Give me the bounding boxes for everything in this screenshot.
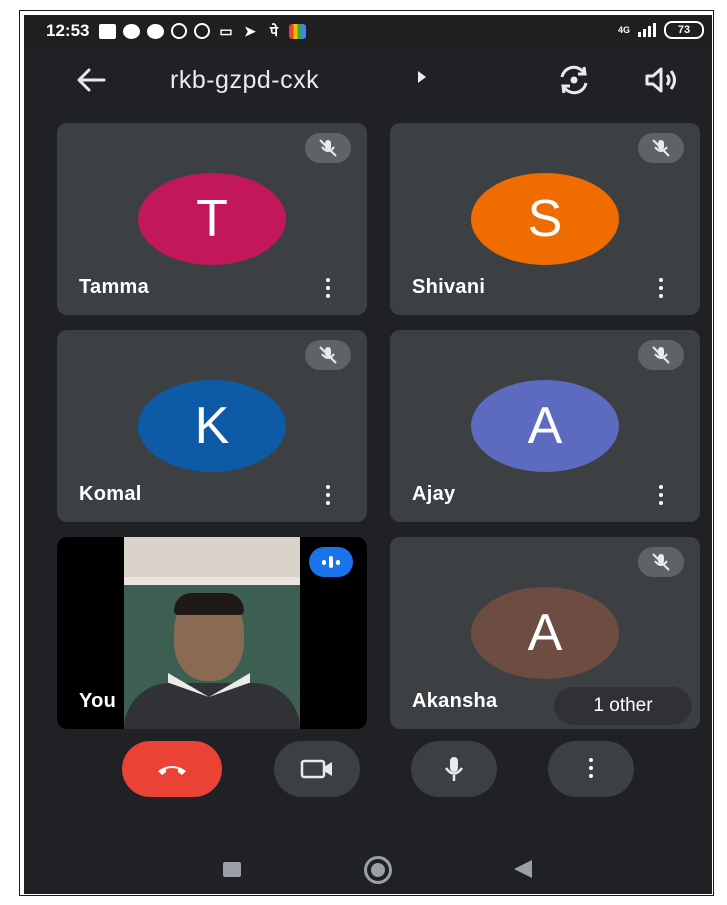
participant-name: Shivani <box>412 276 486 298</box>
muted-badge <box>305 133 351 163</box>
others-badge[interactable]: 1 other <box>556 689 690 723</box>
phone-screen: 12:53 ▭ ➤ पे 4G 73 rkb-gzpd-cxk T Tamma … <box>24 15 712 894</box>
end-call-button[interactable] <box>122 741 222 797</box>
muted-badge <box>305 340 351 370</box>
camera-button[interactable] <box>274 741 360 797</box>
call-controls <box>24 741 712 821</box>
speaking-indicator-icon <box>309 547 353 577</box>
participant-name: Akansha <box>412 690 498 712</box>
hindi-keyboard-icon: पे <box>270 22 278 39</box>
meeting-code[interactable]: rkb-gzpd-cxk <box>170 66 319 95</box>
android-nav-bar <box>24 845 712 894</box>
home-icon[interactable] <box>364 856 392 884</box>
recents-icon[interactable] <box>223 862 241 877</box>
muted-badge <box>638 547 684 577</box>
status-time: 12:53 <box>46 21 90 40</box>
status-right: 4G 73 <box>618 21 704 39</box>
message-icon <box>99 23 117 39</box>
video-camera-icon <box>300 759 332 779</box>
avatar: K <box>138 380 286 472</box>
more-options-icon[interactable] <box>323 278 333 300</box>
avatar: T <box>138 173 286 265</box>
video-person-body <box>124 683 300 729</box>
avatar: S <box>471 173 619 265</box>
meeting-info-caret-icon[interactable] <box>418 71 426 83</box>
vpn-icon <box>194 23 211 39</box>
video-person-hair <box>174 593 244 615</box>
more-options-icon[interactable] <box>656 278 666 300</box>
avatar: A <box>471 587 619 679</box>
self-video-feed <box>124 537 300 729</box>
video-icon: ▭ <box>219 22 233 39</box>
mic-off-icon <box>652 346 670 364</box>
participant-tile-akansha[interactable]: A Akansha 1 other <box>390 537 700 729</box>
nav-back-icon[interactable] <box>514 860 532 878</box>
photos-icon <box>289 23 307 39</box>
participant-name: You <box>79 690 117 712</box>
participant-tile-shivani[interactable]: S Shivani <box>390 123 700 315</box>
more-options-icon[interactable] <box>656 485 666 507</box>
muted-badge <box>638 133 684 163</box>
meeting-header: rkb-gzpd-cxk <box>24 55 712 105</box>
hang-up-icon <box>158 766 186 775</box>
avatar: A <box>471 380 619 472</box>
telegram-icon: ➤ <box>244 22 256 39</box>
participant-tile-komal[interactable]: K Komal <box>57 330 367 522</box>
notification-icons: ▭ ➤ पे <box>99 22 307 39</box>
mic-off-icon <box>652 139 670 157</box>
back-arrow-icon[interactable] <box>74 65 108 95</box>
vertical-dots-icon <box>586 758 596 780</box>
whatsapp-icon <box>171 23 188 39</box>
participant-tile-self[interactable]: You <box>57 537 367 729</box>
switch-camera-icon[interactable] <box>554 63 594 97</box>
speaker-icon[interactable] <box>642 64 680 96</box>
participant-name: Ajay <box>412 483 456 505</box>
muted-badge <box>638 340 684 370</box>
participant-tile-tamma[interactable]: T Tamma <box>57 123 367 315</box>
microphone-icon <box>444 757 464 781</box>
phone-icon <box>147 23 165 39</box>
mic-off-icon <box>319 139 337 157</box>
participant-name: Komal <box>79 483 142 505</box>
mic-off-icon <box>319 346 337 364</box>
chat-bubble-icon <box>123 23 141 39</box>
signal-icon <box>638 23 656 37</box>
participant-name: Tamma <box>79 276 150 298</box>
participant-tile-ajay[interactable]: A Ajay <box>390 330 700 522</box>
more-options-icon[interactable] <box>323 485 333 507</box>
mic-off-icon <box>652 553 670 571</box>
more-options-button[interactable] <box>548 741 634 797</box>
network-type: 4G <box>617 24 630 35</box>
microphone-button[interactable] <box>411 741 497 797</box>
status-bar: 12:53 ▭ ➤ पे 4G 73 <box>24 15 712 47</box>
battery-level: 73 <box>664 21 704 39</box>
